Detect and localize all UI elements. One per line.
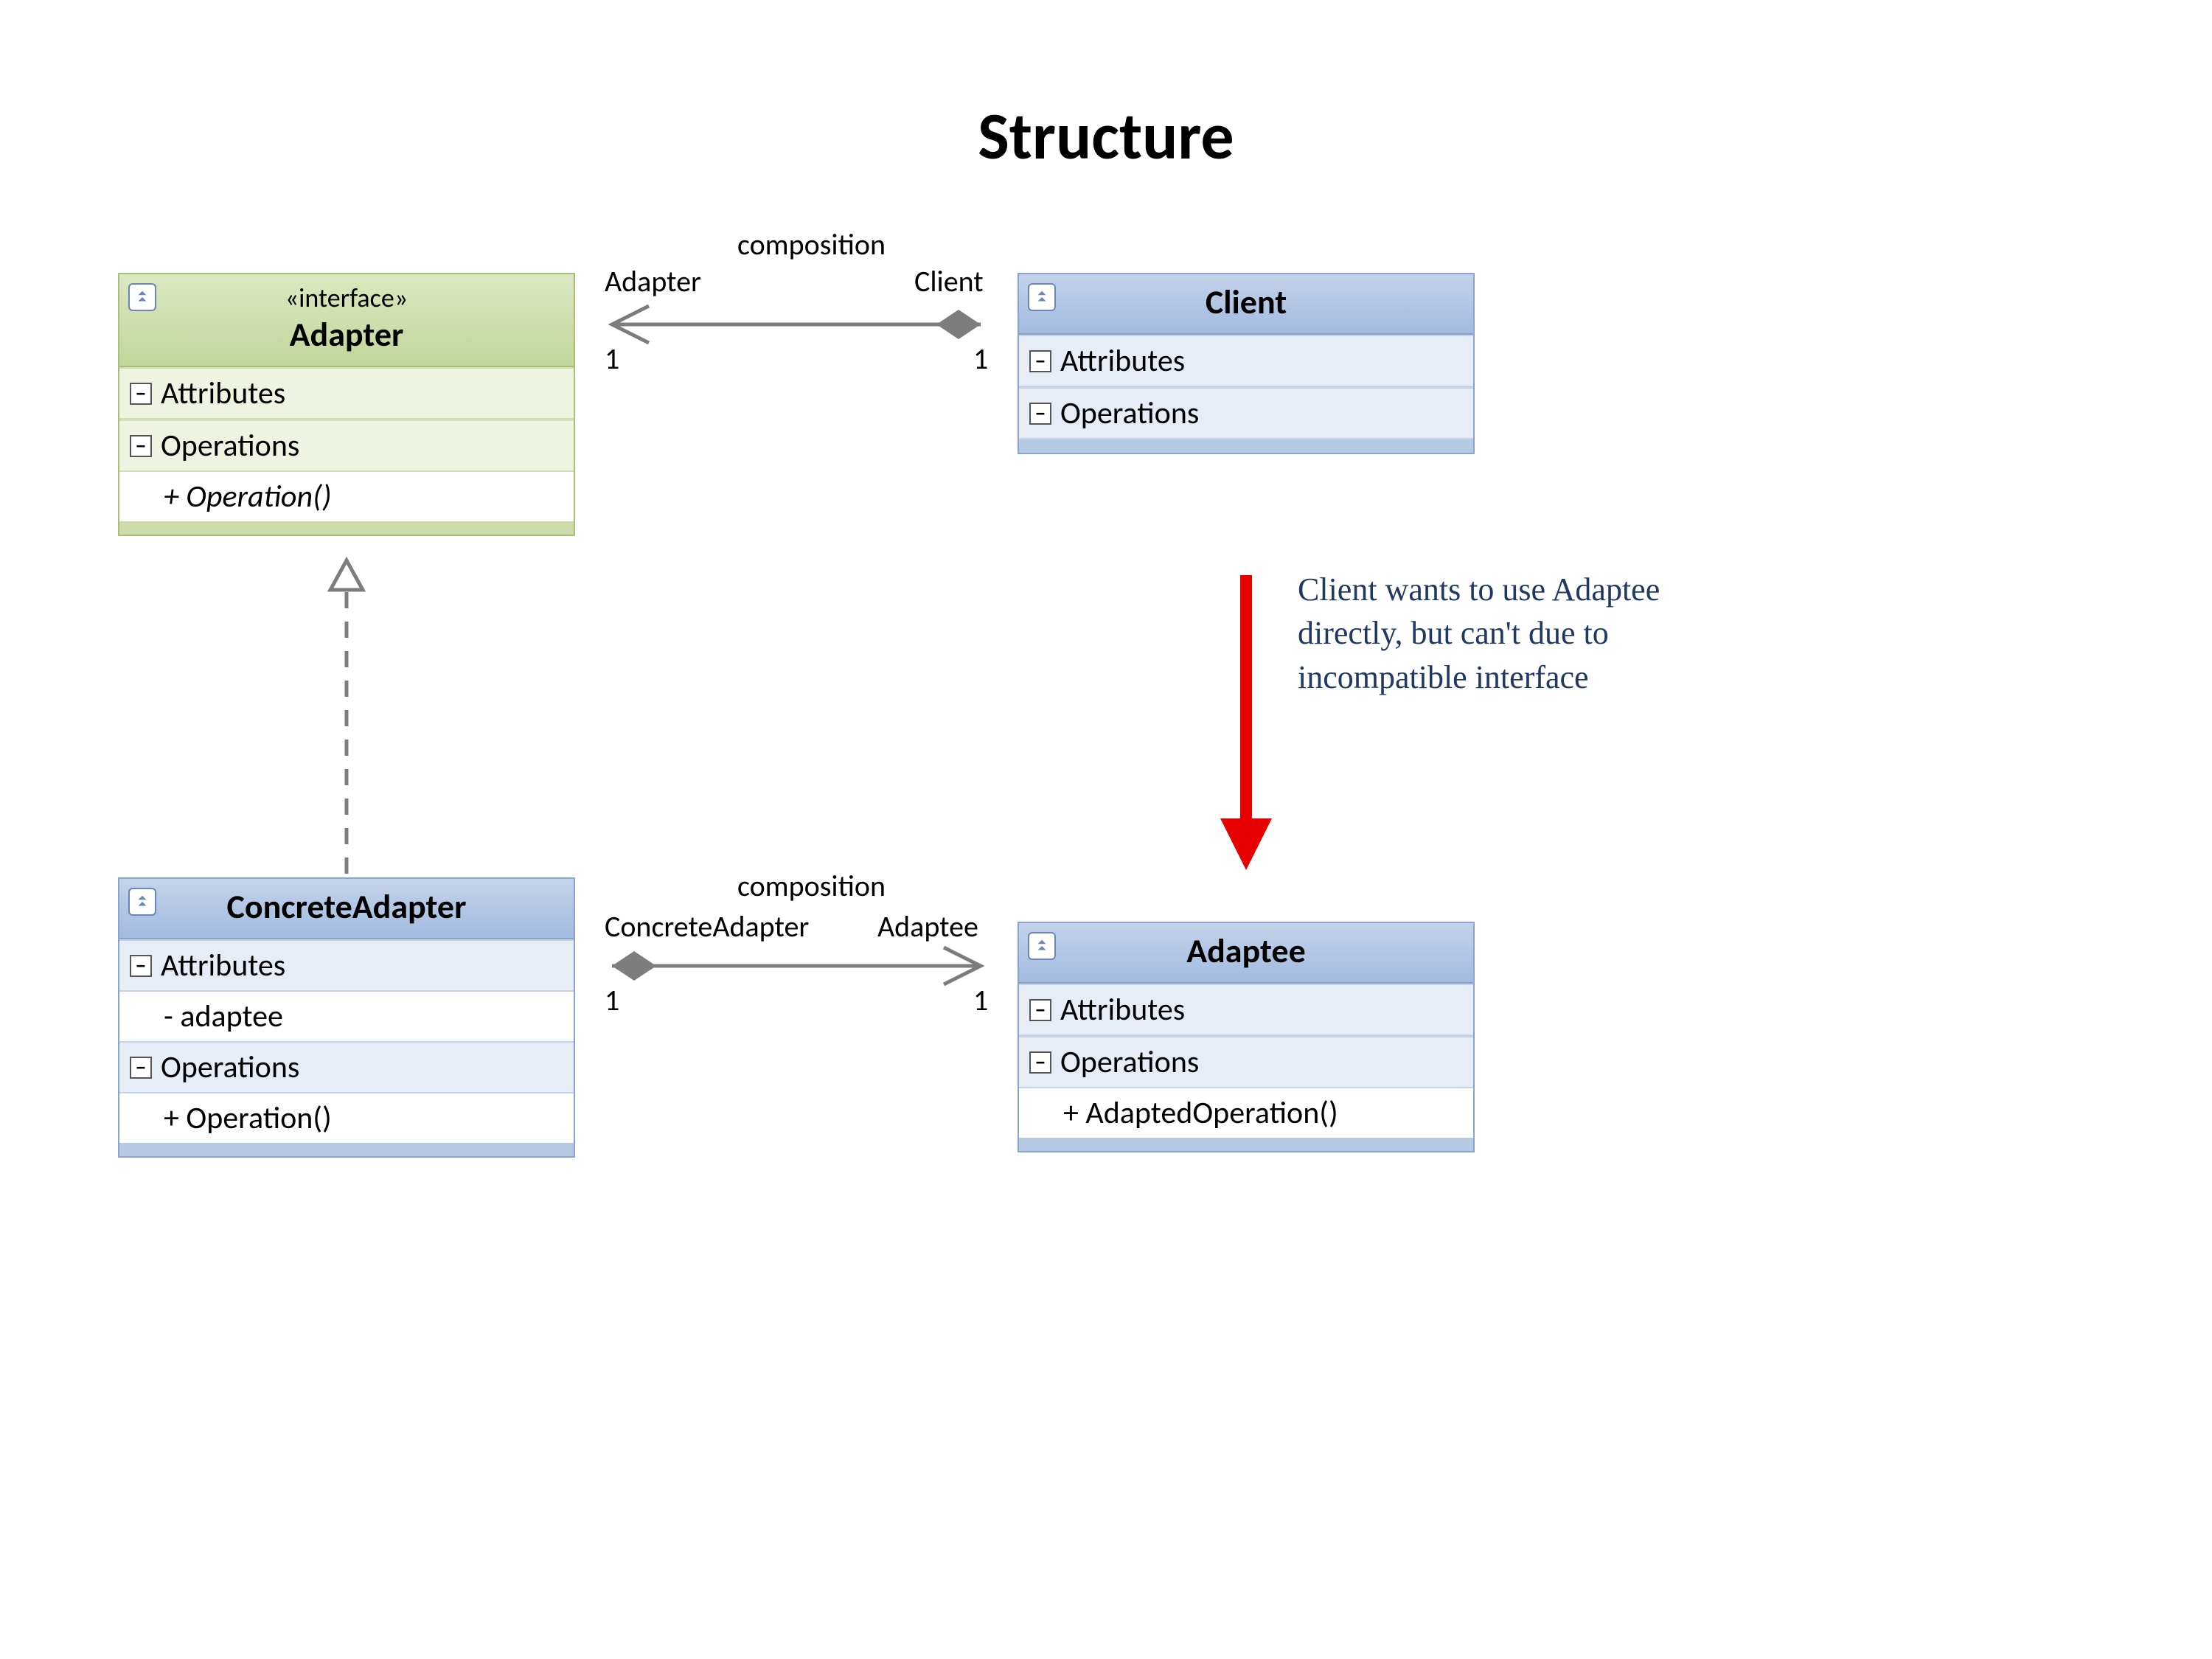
attributes-section: −Attributes xyxy=(1019,335,1473,387)
class-name: Adapter xyxy=(131,314,562,355)
class-box-adapter: «interface» Adapter −Attributes −Operati… xyxy=(118,273,575,536)
section-label: Operations xyxy=(1060,1043,1199,1081)
operations-section: −Operations + AdaptedOperation() xyxy=(1019,1036,1473,1138)
operations-section: −Operations xyxy=(1019,387,1473,439)
section-label: Attributes xyxy=(161,947,285,984)
operations-section: −Operations + Operation() xyxy=(119,1041,574,1143)
operation-member: + AdaptedOperation() xyxy=(1019,1088,1473,1138)
class-name: ConcreteAdapter xyxy=(131,886,562,928)
multiplicity-label: 1 xyxy=(973,341,988,377)
section-label: Operations xyxy=(161,1048,299,1086)
role-label: Adaptee xyxy=(877,908,978,945)
minus-icon[interactable]: − xyxy=(1029,403,1051,425)
class-name: Client xyxy=(1031,282,1461,323)
multiplicity-label: 1 xyxy=(605,982,619,1018)
role-label: Client xyxy=(914,263,984,299)
class-box-adaptee: Adaptee −Attributes −Operations + Adapte… xyxy=(1018,922,1475,1152)
class-footer xyxy=(1019,1138,1473,1151)
collapse-up-icon[interactable] xyxy=(1028,283,1056,311)
section-label: Operations xyxy=(161,427,299,465)
operations-section: −Operations + Operation() xyxy=(119,420,574,521)
class-head: Client xyxy=(1019,274,1473,335)
connector-concreteadapter-adaptee: composition ConcreteAdapter 1 Adaptee 1 xyxy=(605,868,988,1018)
minus-icon[interactable]: − xyxy=(130,383,152,405)
minus-icon[interactable]: − xyxy=(130,1057,152,1079)
operation-member: + Operation() xyxy=(119,1093,574,1143)
section-label: Attributes xyxy=(1060,991,1185,1029)
connector-label: composition xyxy=(737,868,886,904)
stereotype: «interface» xyxy=(131,282,562,314)
connector-client-adapter: composition Adapter 1 Client 1 xyxy=(605,226,988,377)
class-footer xyxy=(1019,439,1473,453)
section-label: Operations xyxy=(1060,394,1199,432)
attributes-section: −Attributes - adaptee xyxy=(119,939,574,1041)
multiplicity-label: 1 xyxy=(605,341,619,377)
note-arrow-icon xyxy=(1220,575,1272,870)
minus-icon[interactable]: − xyxy=(130,955,152,977)
minus-icon[interactable]: − xyxy=(1029,350,1051,372)
section-label: Attributes xyxy=(1060,342,1185,380)
class-head: ConcreteAdapter xyxy=(119,879,574,939)
class-head: «interface» Adapter xyxy=(119,274,574,367)
attributes-section: −Attributes xyxy=(119,367,574,420)
connector-realization xyxy=(330,560,363,874)
class-head: Adaptee xyxy=(1019,923,1473,984)
role-label: ConcreteAdapter xyxy=(605,908,809,945)
role-label: Adapter xyxy=(605,263,701,299)
attribute-member: - adaptee xyxy=(119,992,574,1041)
class-box-concrete-adapter: ConcreteAdapter −Attributes - adaptee −O… xyxy=(118,877,575,1158)
minus-icon[interactable]: − xyxy=(1029,999,1051,1021)
class-footer xyxy=(119,1143,574,1156)
attributes-section: −Attributes xyxy=(1019,984,1473,1036)
connectors-overlay: composition Adapter 1 Client 1 compositi… xyxy=(0,0,2212,1659)
operation-member: + Operation() xyxy=(119,472,574,521)
annotation-note: Client wants to use Adaptee directly, bu… xyxy=(1298,568,1740,699)
collapse-up-icon[interactable] xyxy=(1028,932,1056,960)
connector-label: composition xyxy=(737,226,886,262)
section-label: Attributes xyxy=(161,375,285,412)
minus-icon[interactable]: − xyxy=(130,435,152,457)
class-footer xyxy=(119,521,574,535)
collapse-up-icon[interactable] xyxy=(128,283,156,311)
class-name: Adaptee xyxy=(1031,931,1461,972)
class-box-client: Client −Attributes −Operations xyxy=(1018,273,1475,454)
page-title: Structure xyxy=(0,96,2212,177)
collapse-up-icon[interactable] xyxy=(128,888,156,916)
multiplicity-label: 1 xyxy=(973,982,988,1018)
minus-icon[interactable]: − xyxy=(1029,1051,1051,1074)
